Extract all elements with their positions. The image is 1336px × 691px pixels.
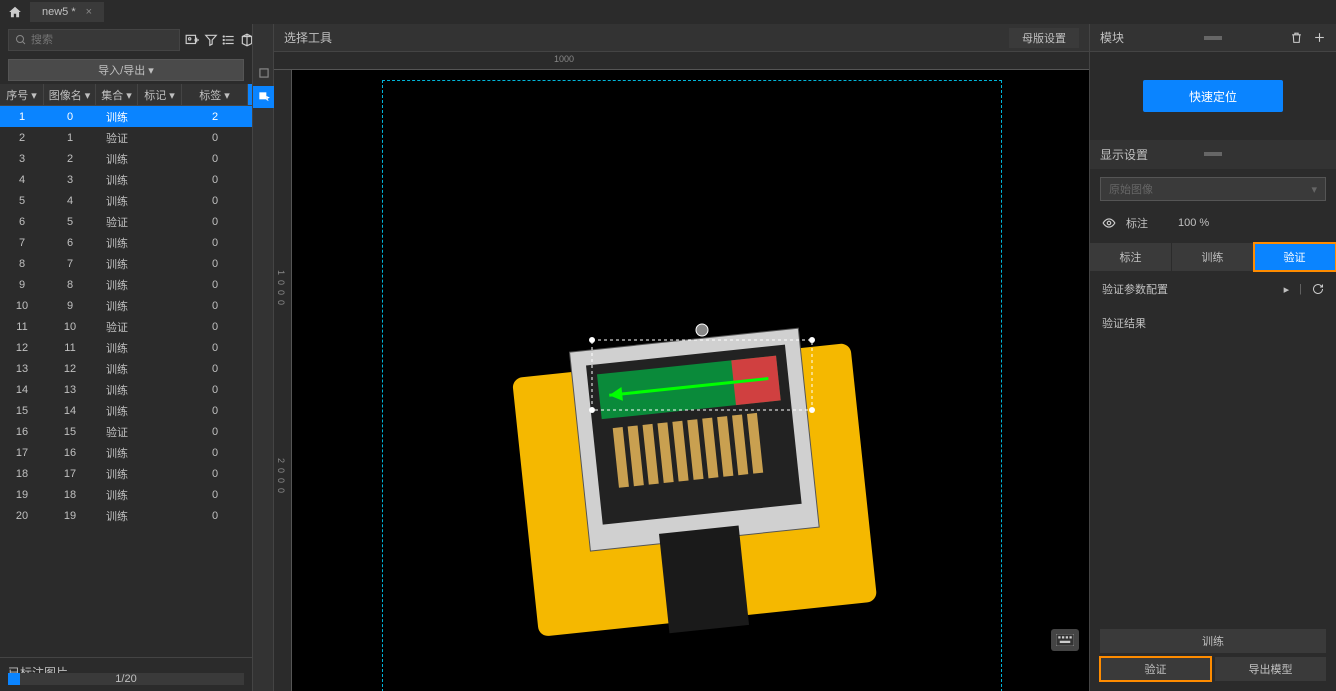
list-icon[interactable] bbox=[222, 31, 236, 49]
add-icon[interactable] bbox=[1313, 31, 1326, 44]
table-row[interactable]: 109训练0 bbox=[0, 295, 252, 316]
document-tab[interactable]: new5 * × bbox=[30, 2, 104, 22]
table-row[interactable]: 1514训练0 bbox=[0, 400, 252, 421]
train-button[interactable]: 训练 bbox=[1100, 629, 1326, 653]
crop-tool-icon[interactable] bbox=[253, 62, 275, 84]
table-row[interactable]: 54训练0 bbox=[0, 190, 252, 211]
close-icon[interactable]: × bbox=[86, 6, 92, 18]
image-type-dropdown[interactable]: 原始图像▾ bbox=[1100, 177, 1326, 201]
horizontal-ruler: 1000 bbox=[274, 52, 1089, 70]
tab-train[interactable]: 训练 bbox=[1172, 243, 1254, 271]
image-add-icon[interactable] bbox=[184, 31, 200, 49]
table-row[interactable]: 87训练0 bbox=[0, 253, 252, 274]
canvas-area: 选择工具 母版设置 1000 1 0 0 0 2 0 0 0 bbox=[274, 24, 1089, 691]
verify-result-label: 验证结果 bbox=[1090, 307, 1336, 339]
verify-button[interactable]: 验证 bbox=[1100, 657, 1211, 681]
header-set[interactable]: 集合 ▾ bbox=[96, 84, 138, 105]
table-row[interactable]: 1716训练0 bbox=[0, 442, 252, 463]
import-export-button[interactable]: 导入/导出 ▾ bbox=[8, 59, 244, 81]
table-row[interactable]: 43训练0 bbox=[0, 169, 252, 190]
image-viewport[interactable] bbox=[292, 70, 1089, 691]
delete-icon[interactable] bbox=[1290, 31, 1303, 44]
table-row[interactable]: 10训练2 bbox=[0, 106, 252, 127]
quick-locate-button[interactable]: 快速定位 bbox=[1143, 80, 1283, 112]
tab-verify[interactable]: 验证 bbox=[1254, 243, 1336, 271]
verify-config-label: 验证参数配置 bbox=[1102, 281, 1168, 297]
table-row[interactable]: 21验证0 bbox=[0, 127, 252, 148]
search-field[interactable] bbox=[31, 34, 173, 46]
table-row[interactable]: 1110验证0 bbox=[0, 316, 252, 337]
eye-icon[interactable] bbox=[1102, 216, 1116, 230]
table-row[interactable]: 2019训练0 bbox=[0, 505, 252, 526]
header-tag[interactable]: 标签 ▾ bbox=[182, 84, 248, 105]
device-image bbox=[482, 280, 902, 650]
table-row[interactable]: 65验证0 bbox=[0, 211, 252, 232]
tab-annotate[interactable]: 标注 bbox=[1090, 243, 1172, 271]
table-row[interactable]: 1312训练0 bbox=[0, 358, 252, 379]
table-row[interactable]: 98训练0 bbox=[0, 274, 252, 295]
title-bar: new5 * × bbox=[0, 0, 1336, 24]
table-row[interactable]: 1211训练0 bbox=[0, 337, 252, 358]
table-header: 序号 ▾ 图像名 ▾ 集合 ▾ 标记 ▾ 标签 ▾ bbox=[0, 84, 252, 106]
vertical-ruler: 1 0 0 0 2 0 0 0 bbox=[274, 70, 292, 691]
progress-bar: 1/20 bbox=[8, 673, 244, 685]
tab-title: new5 * bbox=[42, 6, 76, 18]
template-settings-button[interactable]: 母版设置 bbox=[1009, 28, 1079, 48]
table-body: 10训练221验证032训练043训练054训练065验证076训练087训练0… bbox=[0, 106, 252, 657]
header-index[interactable]: 序号 ▾ bbox=[0, 84, 44, 105]
select-tool-icon[interactable] bbox=[253, 86, 275, 108]
reset-icon[interactable] bbox=[1312, 283, 1324, 296]
expand-icon[interactable]: ▸ bbox=[1284, 283, 1290, 296]
tool-label: 选择工具 bbox=[284, 29, 332, 46]
keyboard-icon[interactable] bbox=[1051, 629, 1079, 651]
table-row[interactable]: 1615验证0 bbox=[0, 421, 252, 442]
annotation-label: 标注 bbox=[1126, 215, 1148, 231]
left-panel: 导入/导出 ▾ 序号 ▾ 图像名 ▾ 集合 ▾ 标记 ▾ 标签 ▾ 10训练22… bbox=[0, 24, 252, 691]
header-name[interactable]: 图像名 ▾ bbox=[44, 84, 96, 105]
home-icon[interactable] bbox=[0, 0, 30, 24]
table-row[interactable]: 76训练0 bbox=[0, 232, 252, 253]
progress-counter: 1/20 bbox=[8, 673, 244, 685]
table-row[interactable]: 1817训练0 bbox=[0, 463, 252, 484]
search-input[interactable] bbox=[8, 29, 180, 51]
opacity-value: 100 % bbox=[1178, 217, 1209, 229]
table-row[interactable]: 1413训练0 bbox=[0, 379, 252, 400]
vertical-toolbar bbox=[252, 24, 274, 691]
table-row[interactable]: 1918训练0 bbox=[0, 484, 252, 505]
export-model-button[interactable]: 导出模型 bbox=[1215, 657, 1326, 681]
filter-icon[interactable] bbox=[204, 31, 218, 49]
table-row[interactable]: 32训练0 bbox=[0, 148, 252, 169]
right-panel: 模块 快速定位 显示设置 原始图像▾ 标注 100 % 标注 训练 验证 验证参… bbox=[1089, 24, 1336, 691]
module-title: 模块 bbox=[1100, 29, 1124, 46]
header-mark[interactable]: 标记 ▾ bbox=[138, 84, 182, 105]
